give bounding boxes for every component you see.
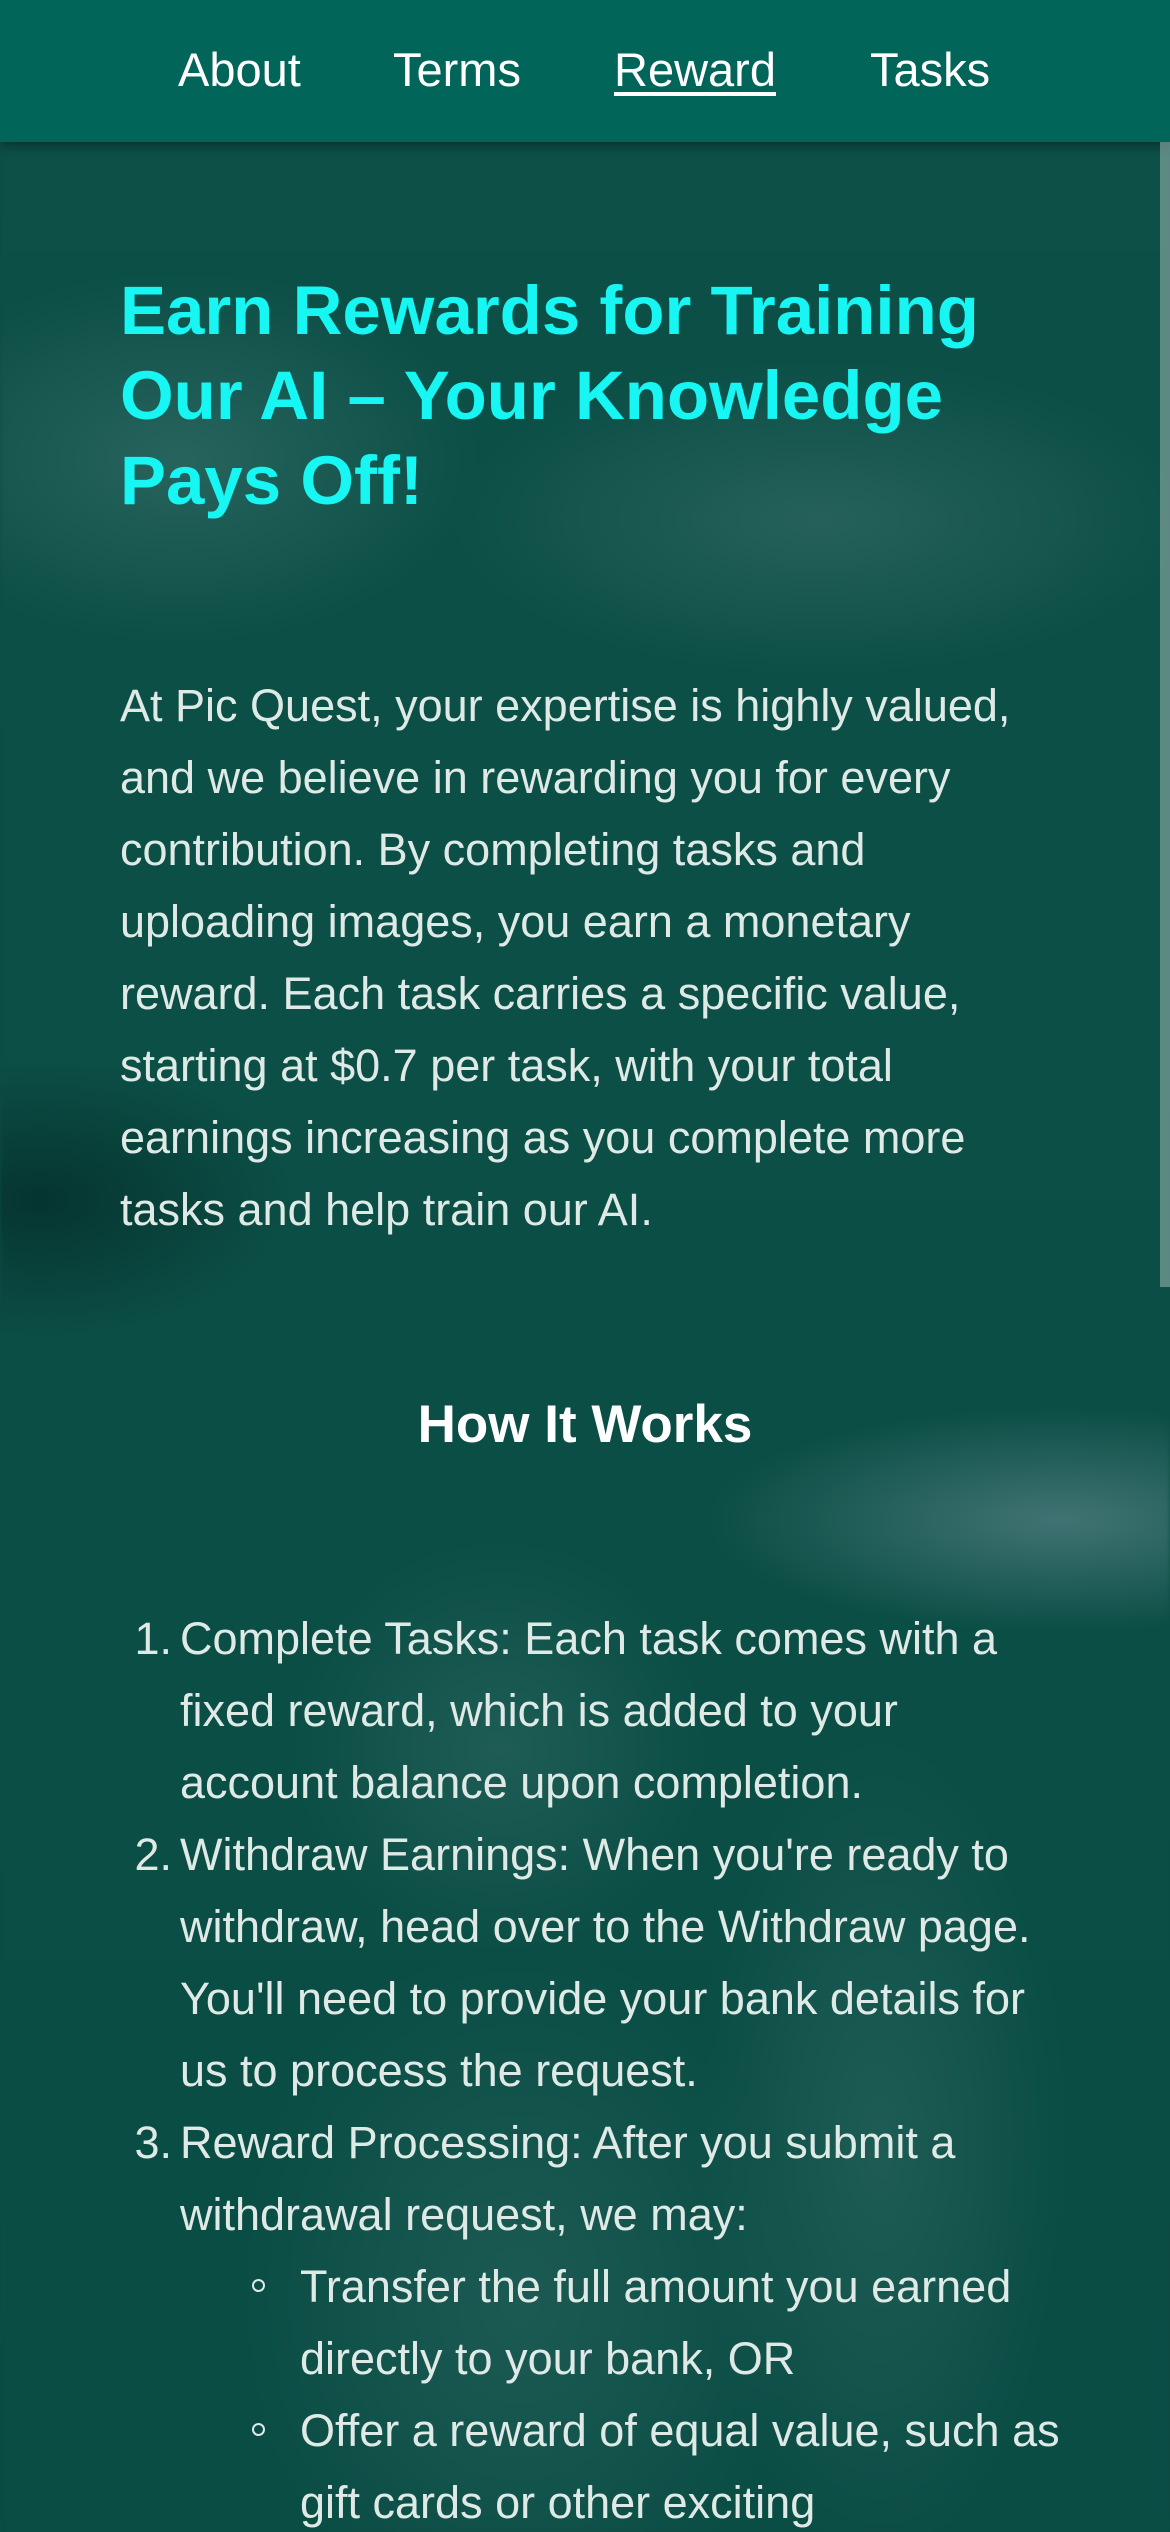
intro-paragraph: At Pic Quest, your expertise is highly v…	[120, 680, 1011, 1235]
step-text: Withdraw Earnings: When you're ready to …	[180, 1829, 1031, 2096]
top-nav: About Terms Reward Tasks	[0, 0, 1170, 142]
nav-link-terms[interactable]: Terms	[393, 40, 521, 100]
steps-list: 1. Complete Tasks: Each task comes with …	[120, 1603, 1060, 2532]
step-number: 2.	[134, 1829, 172, 1880]
reward-options-list: Transfer the full amount you earned dire…	[180, 2251, 1060, 2532]
step-item: 1. Complete Tasks: Each task comes with …	[120, 1603, 1060, 1819]
step-text: Complete Tasks: Each task comes with a f…	[180, 1613, 998, 1808]
how-it-works-heading: How It Works	[417, 1395, 753, 1454]
reward-option-item: Transfer the full amount you earned dire…	[252, 2251, 1060, 2395]
nav-link-tasks[interactable]: Tasks	[870, 40, 990, 100]
step-number: 1.	[134, 1613, 172, 1664]
page-title: Earn Rewards for Training Our AI – Your …	[120, 272, 979, 519]
circle-bullet-icon	[252, 2279, 265, 2292]
reward-option-text: Transfer the full amount you earned dire…	[300, 2261, 1012, 2384]
circle-bullet-icon	[252, 2423, 265, 2436]
step-item: 2. Withdraw Earnings: When you're ready …	[120, 1819, 1060, 2107]
reward-option-item: Offer a reward of equal value, such as g…	[252, 2395, 1060, 2532]
nav-link-reward[interactable]: Reward	[614, 40, 776, 100]
step-item: 3. Reward Processing: After you submit a…	[120, 2107, 1060, 2532]
step-text: Reward Processing: After you submit a wi…	[180, 2117, 956, 2240]
scrollbar[interactable]	[1160, 142, 1170, 1287]
step-number: 3.	[134, 2117, 172, 2168]
nav-link-about[interactable]: About	[178, 40, 301, 100]
reward-option-text: Offer a reward of equal value, such as g…	[300, 2405, 1060, 2528]
